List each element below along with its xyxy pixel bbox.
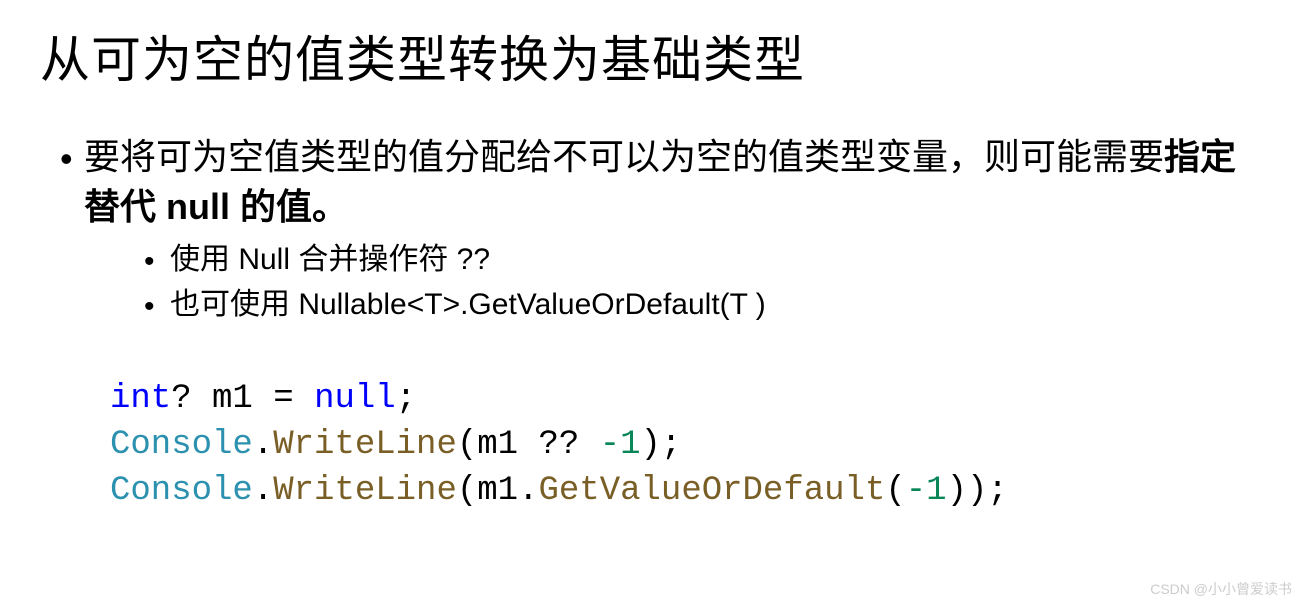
code-num-neg1: -1 [600, 426, 641, 464]
sub-bullet-1: 使用 Null 合并操作符 ?? [144, 237, 1266, 282]
code-null: null [314, 380, 396, 418]
sub-bullet-list: 使用 Null 合并操作符 ?? 也可使用 Nullable<T>.GetVal… [84, 237, 1266, 327]
code-semi: ; [396, 380, 416, 418]
code-paren-open-3: ( [885, 472, 905, 510]
code-num-neg1-b: -1 [906, 472, 947, 510]
code-dot-3: . [518, 472, 538, 510]
slide-title: 从可为空的值类型转换为基础类型 [40, 20, 1266, 92]
code-console-1: Console [110, 426, 253, 464]
code-getvalueordefault: GetValueOrDefault [539, 472, 886, 510]
main-bullet-list: 要将可为空值类型的值分配给不可以为空的值类型变量，则可能需要指定替代 null … [40, 132, 1266, 327]
code-paren-close: ); [641, 426, 682, 464]
main-bullet: 要将可为空值类型的值分配给不可以为空的值类型变量，则可能需要指定替代 null … [60, 132, 1266, 327]
code-writeline-2: WriteLine [273, 472, 457, 510]
code-dot: . [253, 426, 273, 464]
main-bullet-text: 要将可为空值类型的值分配给不可以为空的值类型变量，则可能需要 [84, 136, 1164, 177]
code-keyword-int: int [110, 380, 171, 418]
watermark: CSDN @小小曾爱读书 [1150, 579, 1292, 599]
code-var-m1: m1 [192, 380, 274, 418]
sub-bullet-2: 也可使用 Nullable<T>.GetValueOrDefault(T ) [144, 282, 1266, 327]
code-dot-2: . [253, 472, 273, 510]
code-paren-close-2: )); [947, 472, 1008, 510]
code-arg-m1: m1 [477, 472, 518, 510]
code-console-2: Console [110, 472, 253, 510]
code-arg-m1-coalesce: m1 ?? [477, 426, 599, 464]
code-nullable-q: ? [171, 380, 191, 418]
code-equals: = [273, 380, 314, 418]
code-block: int? m1 = null; Console.WriteLine(m1 ?? … [40, 377, 1266, 515]
code-writeline-1: WriteLine [273, 426, 457, 464]
code-paren-open-2: ( [457, 472, 477, 510]
code-paren-open: ( [457, 426, 477, 464]
